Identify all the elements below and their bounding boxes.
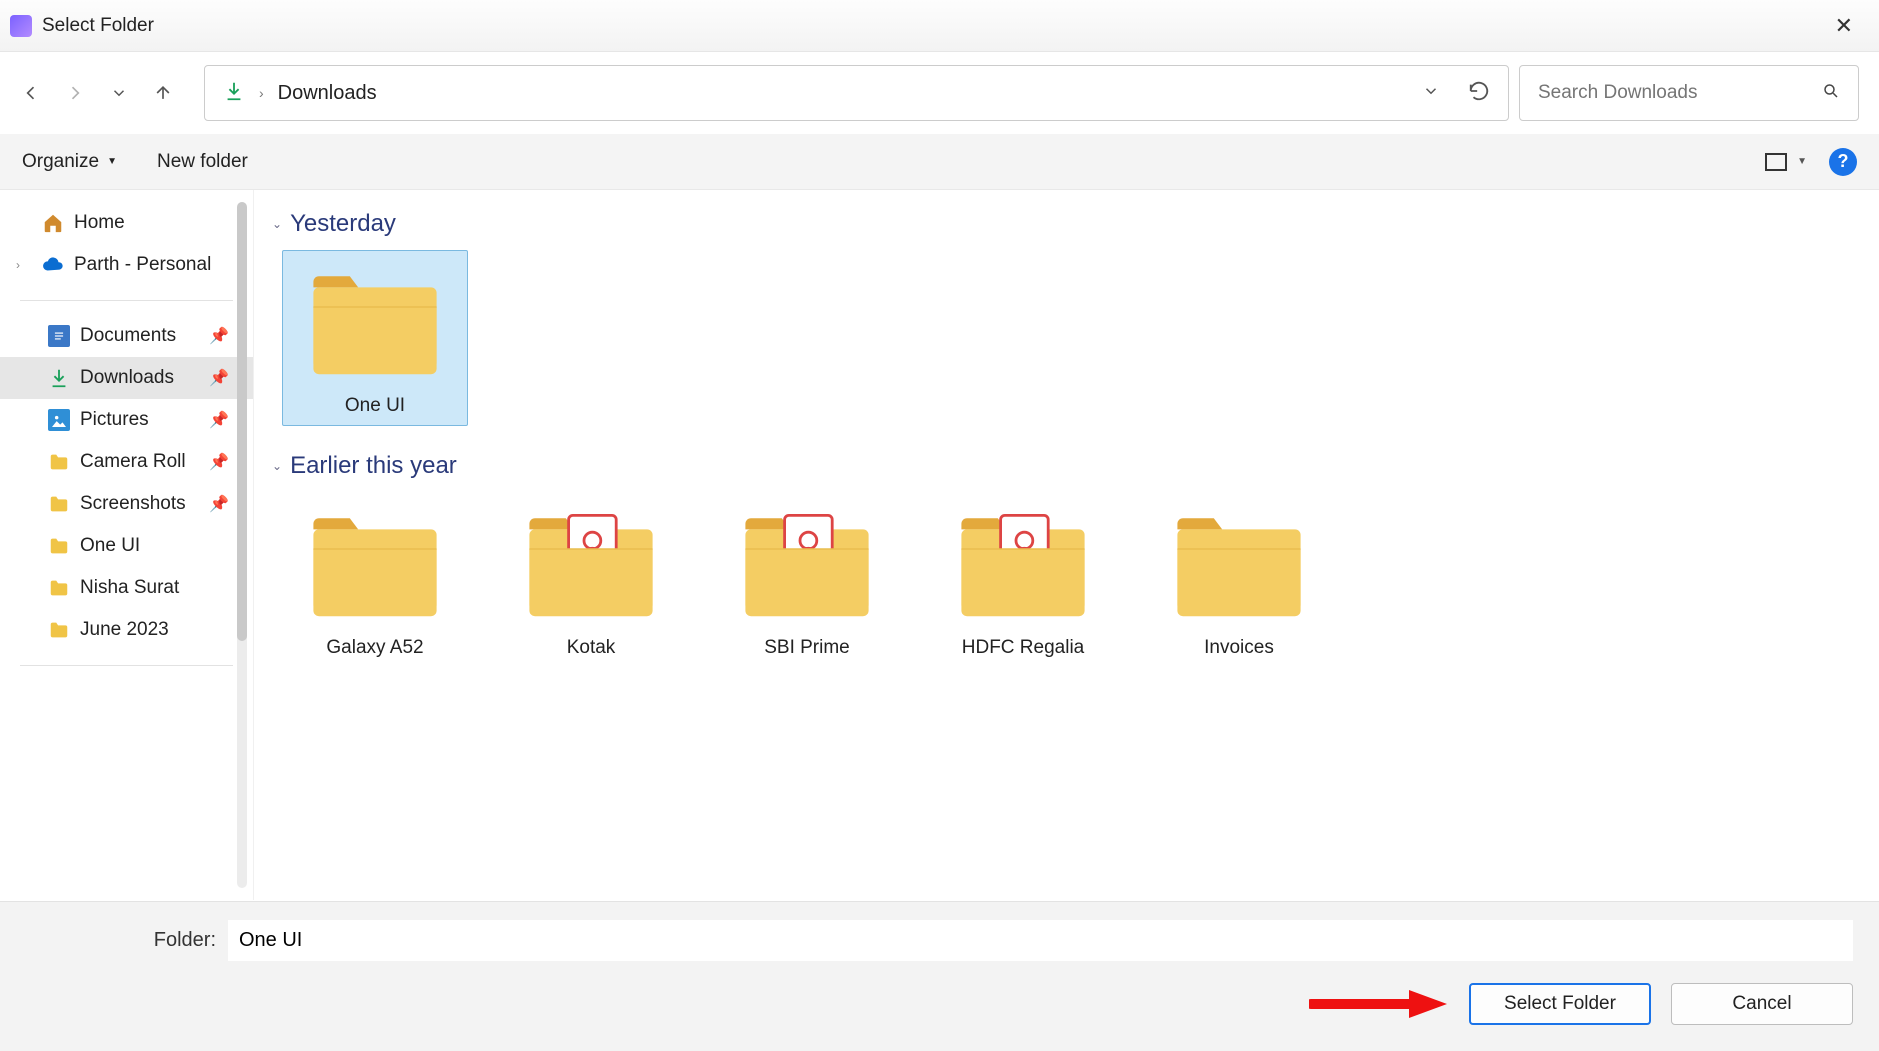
- folder-item[interactable]: Kotak: [498, 492, 684, 668]
- sidebar-item-label: Pictures: [80, 409, 149, 431]
- folder-item[interactable]: Invoices: [1146, 492, 1332, 668]
- document-icon: [48, 325, 70, 347]
- pin-icon: 📌: [209, 494, 229, 514]
- sidebar-item-label: Nisha Surat: [80, 577, 179, 599]
- annotation-arrow: [1309, 984, 1449, 1024]
- folder-icon: [48, 619, 70, 641]
- navigation-bar: › Downloads: [0, 52, 1879, 134]
- folder-icon: [1166, 507, 1312, 619]
- address-bar[interactable]: › Downloads: [204, 65, 1509, 121]
- view-mode-button[interactable]: ▼: [1765, 153, 1807, 171]
- back-button[interactable]: [20, 82, 42, 104]
- sidebar-item-home[interactable]: Home: [0, 202, 253, 244]
- app-icon: [10, 15, 32, 37]
- sidebar-item-label: Parth - Personal: [74, 254, 211, 276]
- organize-button[interactable]: Organize▼: [22, 151, 117, 173]
- folder-label: Galaxy A52: [283, 637, 467, 667]
- sidebar-scrollbar[interactable]: [237, 202, 247, 888]
- folder-icon: [48, 535, 70, 557]
- sidebar-item-label: Home: [74, 212, 125, 234]
- toolbar: Organize▼ New folder ▼ ?: [0, 134, 1879, 190]
- group-header[interactable]: ⌄ Yesterday: [272, 210, 1861, 238]
- sidebar-item-label: June 2023: [80, 619, 169, 641]
- sidebar-item-camera-roll[interactable]: Camera Roll 📌: [0, 441, 253, 483]
- folder-icon: [950, 507, 1096, 619]
- folder-label: SBI Prime: [715, 637, 899, 667]
- sidebar-item-nisha-surat[interactable]: Nisha Surat: [0, 567, 253, 609]
- pin-icon: 📌: [209, 326, 229, 346]
- folder-item[interactable]: SBI Prime: [714, 492, 900, 668]
- select-folder-button[interactable]: Select Folder: [1469, 983, 1651, 1025]
- sidebar-item-one-ui[interactable]: One UI: [0, 525, 253, 567]
- sidebar-item-documents[interactable]: Documents 📌: [0, 315, 253, 357]
- downloads-icon: [48, 367, 70, 389]
- search-box[interactable]: [1519, 65, 1859, 121]
- cancel-button[interactable]: Cancel: [1671, 983, 1853, 1025]
- folder-name-label: Folder:: [26, 929, 216, 952]
- sidebar-item-june-2023[interactable]: June 2023: [0, 609, 253, 651]
- close-button[interactable]: ✕: [1819, 13, 1869, 39]
- folder-icon: [48, 577, 70, 599]
- pictures-icon: [48, 409, 70, 431]
- folder-name-input[interactable]: [228, 920, 1853, 961]
- folder-icon: [302, 507, 448, 619]
- sidebar-item-screenshots[interactable]: Screenshots 📌: [0, 483, 253, 525]
- chevron-down-icon: ▼: [1797, 156, 1807, 167]
- window-title: Select Folder: [42, 15, 154, 37]
- folder-item[interactable]: Galaxy A52: [282, 492, 468, 668]
- group-name: Yesterday: [290, 210, 396, 238]
- folder-icon: [302, 265, 448, 377]
- sidebar-item-label: Screenshots: [80, 493, 186, 515]
- chevron-down-icon: ⌄: [272, 217, 282, 231]
- chevron-right-icon[interactable]: ›: [16, 258, 20, 272]
- home-icon: [42, 212, 64, 234]
- view-icon: [1765, 153, 1787, 171]
- folder-label: Invoices: [1147, 637, 1331, 667]
- folder-label: One UI: [283, 395, 467, 425]
- group-header[interactable]: ⌄ Earlier this year: [272, 452, 1861, 480]
- content-pane[interactable]: ⌄ Yesterday One UI ⌄ Earlier this year Galaxy…: [254, 190, 1879, 900]
- footer-panel: Folder: Select Folder Cancel: [0, 901, 1879, 1051]
- recent-dropdown[interactable]: [108, 82, 130, 104]
- separator: [20, 300, 233, 301]
- folder-icon: [48, 451, 70, 473]
- scrollbar-thumb[interactable]: [237, 202, 247, 641]
- up-button[interactable]: [152, 82, 174, 104]
- chevron-right-icon: ›: [259, 85, 264, 101]
- help-button[interactable]: ?: [1829, 148, 1857, 176]
- downloads-icon: [223, 80, 245, 107]
- title-bar: Select Folder ✕: [0, 0, 1879, 52]
- folder-icon: [734, 507, 880, 619]
- folder-item[interactable]: One UI: [282, 250, 468, 426]
- sidebar-item-label: Camera Roll: [80, 451, 186, 473]
- sidebar-item-pictures[interactable]: Pictures 📌: [0, 399, 253, 441]
- pin-icon: 📌: [209, 410, 229, 430]
- sidebar-item-label: Documents: [80, 325, 176, 347]
- folder-icon: [48, 493, 70, 515]
- sidebar: Home › Parth - Personal Documents📌Downlo…: [0, 190, 254, 900]
- folder-item[interactable]: HDFC Regalia: [930, 492, 1116, 668]
- folder-icon: [518, 507, 664, 619]
- path-dropdown[interactable]: [1422, 82, 1440, 105]
- search-icon: [1822, 82, 1840, 105]
- forward-button[interactable]: [64, 82, 86, 104]
- new-folder-button[interactable]: New folder: [157, 151, 248, 173]
- cloud-icon: [42, 254, 64, 276]
- chevron-down-icon: ▼: [107, 156, 117, 167]
- sidebar-item-label: Downloads: [80, 367, 174, 389]
- folder-label: HDFC Regalia: [931, 637, 1115, 667]
- sidebar-item-label: One UI: [80, 535, 140, 557]
- pin-icon: 📌: [209, 452, 229, 472]
- sidebar-item-onedrive[interactable]: › Parth - Personal: [0, 244, 253, 286]
- folder-label: Kotak: [499, 637, 683, 667]
- separator: [20, 665, 233, 666]
- search-input[interactable]: [1538, 82, 1822, 104]
- sidebar-item-downloads[interactable]: Downloads 📌: [0, 357, 253, 399]
- chevron-down-icon: ⌄: [272, 459, 282, 473]
- refresh-button[interactable]: [1468, 80, 1490, 107]
- breadcrumb-item[interactable]: Downloads: [278, 82, 377, 105]
- pin-icon: 📌: [209, 368, 229, 388]
- group-name: Earlier this year: [290, 452, 457, 480]
